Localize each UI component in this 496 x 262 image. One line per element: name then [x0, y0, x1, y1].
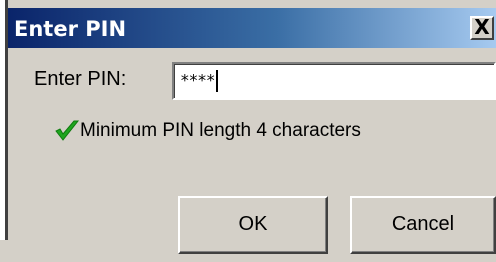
cancel-button[interactable]: Cancel [350, 196, 496, 254]
title-bar[interactable]: Enter PIN X [8, 8, 496, 48]
close-button[interactable]: X [470, 15, 494, 40]
pin-length-hint: Minimum PIN length 4 characters [80, 120, 361, 141]
pin-input[interactable]: **** [172, 62, 496, 100]
ok-button[interactable]: OK [178, 196, 328, 254]
close-icon: X [474, 15, 490, 39]
pin-label: Enter PIN: [34, 68, 127, 90]
check-icon [55, 120, 80, 141]
enter-pin-dialog: Enter PIN X Enter PIN: **** Minimum PIN … [8, 0, 496, 262]
text-caret [215, 70, 218, 92]
dialog-title: Enter PIN [14, 17, 127, 41]
pin-masked-value: **** [180, 70, 216, 90]
